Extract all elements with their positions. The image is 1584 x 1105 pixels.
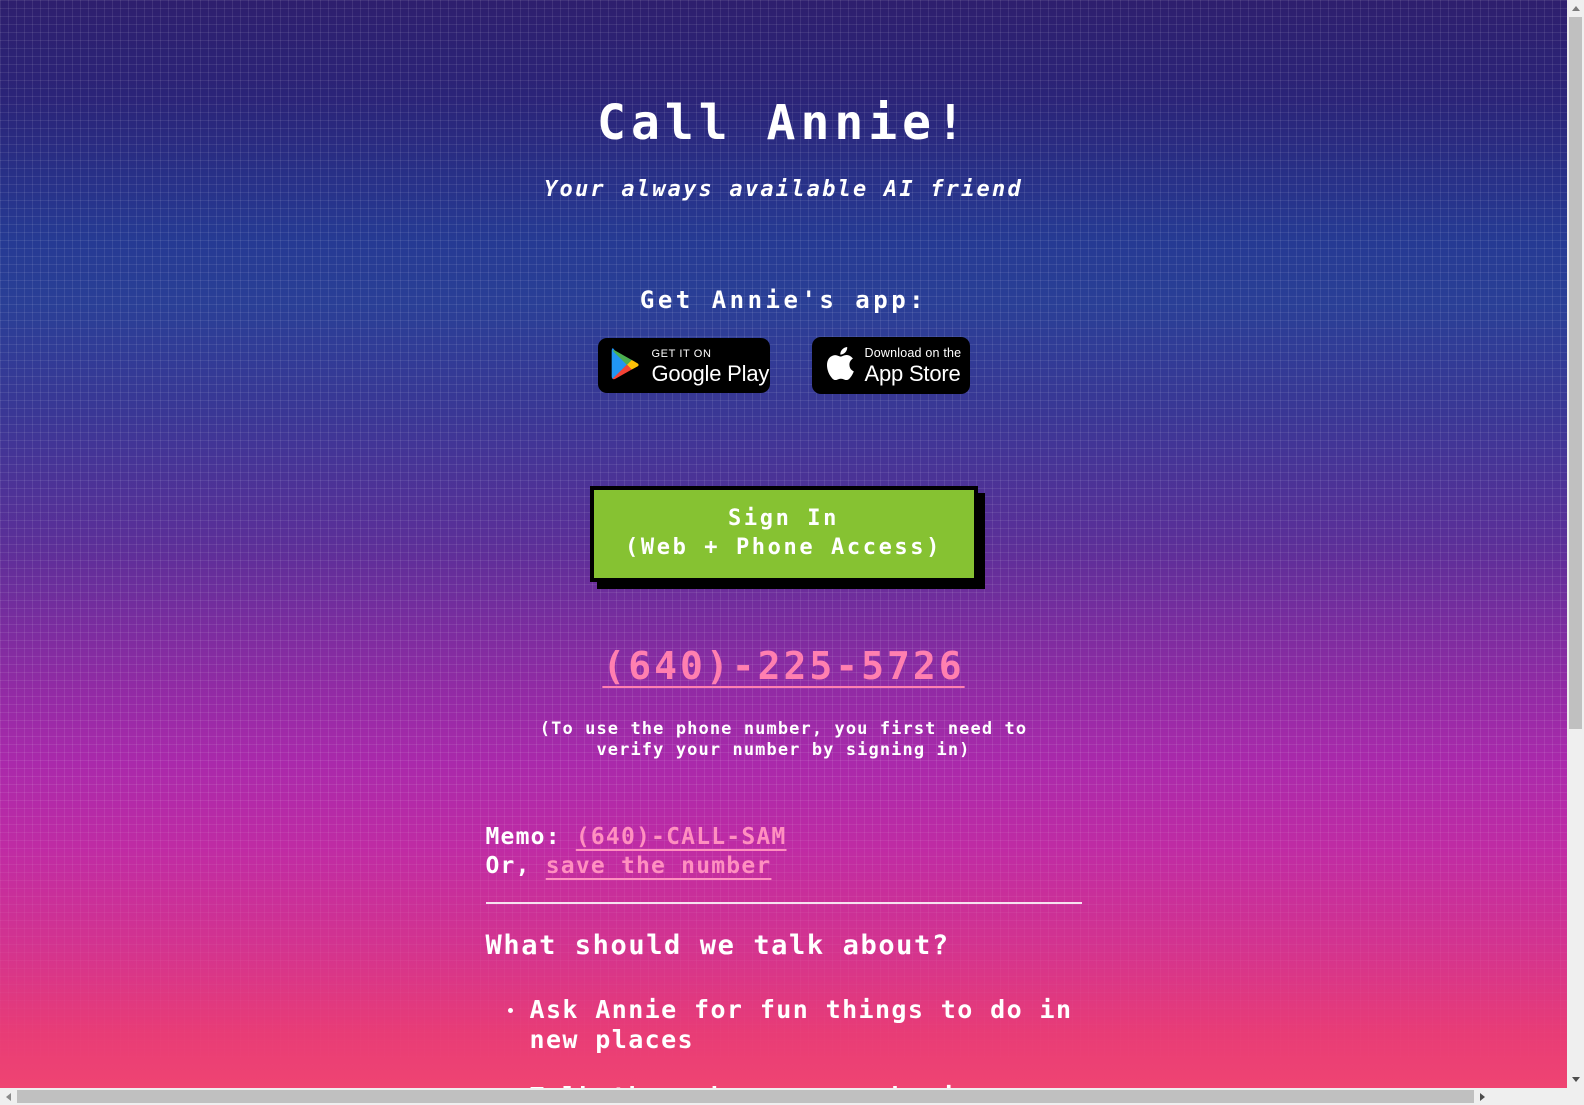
page-viewport: Call Annie! Your always available AI fri…: [0, 0, 1567, 1088]
browser-window: Call Annie! Your always available AI fri…: [0, 0, 1584, 1105]
vanity-number-link[interactable]: (640)-CALL-SAM: [576, 824, 787, 850]
chevron-left-icon: [6, 1092, 11, 1101]
google-play-icon: [611, 347, 641, 384]
phone-note: (To use the phone number, you first need…: [0, 688, 1567, 760]
memo-label: Memo:: [485, 824, 561, 851]
phone-note-line-2: verify your number by signing in): [596, 739, 971, 760]
vertical-scrollbar[interactable]: [1567, 0, 1584, 1088]
lower-content-column: Memo: (640)-CALL-SAM Or, save the number…: [485, 760, 1082, 1088]
signin-button[interactable]: Sign In (Web + Phone Access): [589, 486, 978, 583]
scroll-down-button[interactable]: [1567, 1071, 1584, 1088]
list-item: Ask Annie for fun things to do in new pl…: [507, 995, 1082, 1056]
signin-button-line-2: (Web + Phone Access): [625, 535, 942, 561]
app-store-badge-text: Download on the App Store: [865, 344, 962, 387]
app-store-top-text: Download on the: [864, 346, 962, 361]
app-store-badges: GET IT ON Google Play Download on the Ap…: [0, 337, 1567, 395]
phone-note-line-1: (To use the phone number, you first need…: [539, 719, 1028, 740]
memo-line-save: Or, save the number: [486, 852, 1082, 881]
google-play-badge[interactable]: GET IT ON Google Play: [597, 338, 770, 394]
vertical-scrollbar-thumb[interactable]: [1569, 17, 1582, 729]
chevron-right-icon: [1480, 1092, 1485, 1101]
google-play-main-text: Google Play: [651, 361, 770, 387]
phone-number-link[interactable]: (640)-225-5726: [602, 644, 964, 688]
app-store-main-text: App Store: [864, 361, 961, 387]
talk-about-list: Ask Annie for fun things to do in new pl…: [486, 961, 1082, 1088]
scroll-right-button[interactable]: [1474, 1088, 1491, 1105]
page-content: Call Annie! Your always available AI fri…: [0, 0, 1567, 1088]
memo-block: Memo: (640)-CALL-SAM Or, save the number: [486, 760, 1082, 882]
horizontal-scrollbar-thumb[interactable]: [17, 1090, 1474, 1103]
google-play-top-text: GET IT ON: [651, 348, 712, 361]
google-play-badge-text: GET IT ON Google Play: [652, 344, 770, 387]
get-app-heading: Get Annie's app:: [639, 286, 928, 315]
chevron-down-icon: [1571, 1077, 1580, 1082]
talk-about-heading: What should we talk about?: [485, 929, 950, 961]
memo-or-label: Or,: [485, 853, 531, 880]
horizontal-scrollbar[interactable]: [0, 1088, 1584, 1105]
scrollbar-corner: [1567, 1088, 1584, 1105]
apple-icon: [826, 347, 854, 384]
scroll-left-button[interactable]: [0, 1088, 17, 1105]
signin-button-wrapper: Sign In (Web + Phone Access): [0, 394, 1567, 583]
scroll-up-button[interactable]: [1567, 0, 1584, 17]
signin-button-line-1: Sign In: [728, 506, 839, 532]
phone-section: (640)-225-5726 (To use the phone number,…: [0, 582, 1567, 760]
save-the-number-link[interactable]: save the number: [546, 853, 772, 879]
app-store-badge[interactable]: Download on the App Store: [811, 337, 970, 395]
page-title: Call Annie!: [597, 95, 970, 151]
memo-line-vanity: Memo: (640)-CALL-SAM: [486, 823, 1082, 852]
chevron-up-icon: [1571, 6, 1580, 11]
page-subtitle: Your always available AI friend: [544, 177, 1023, 203]
